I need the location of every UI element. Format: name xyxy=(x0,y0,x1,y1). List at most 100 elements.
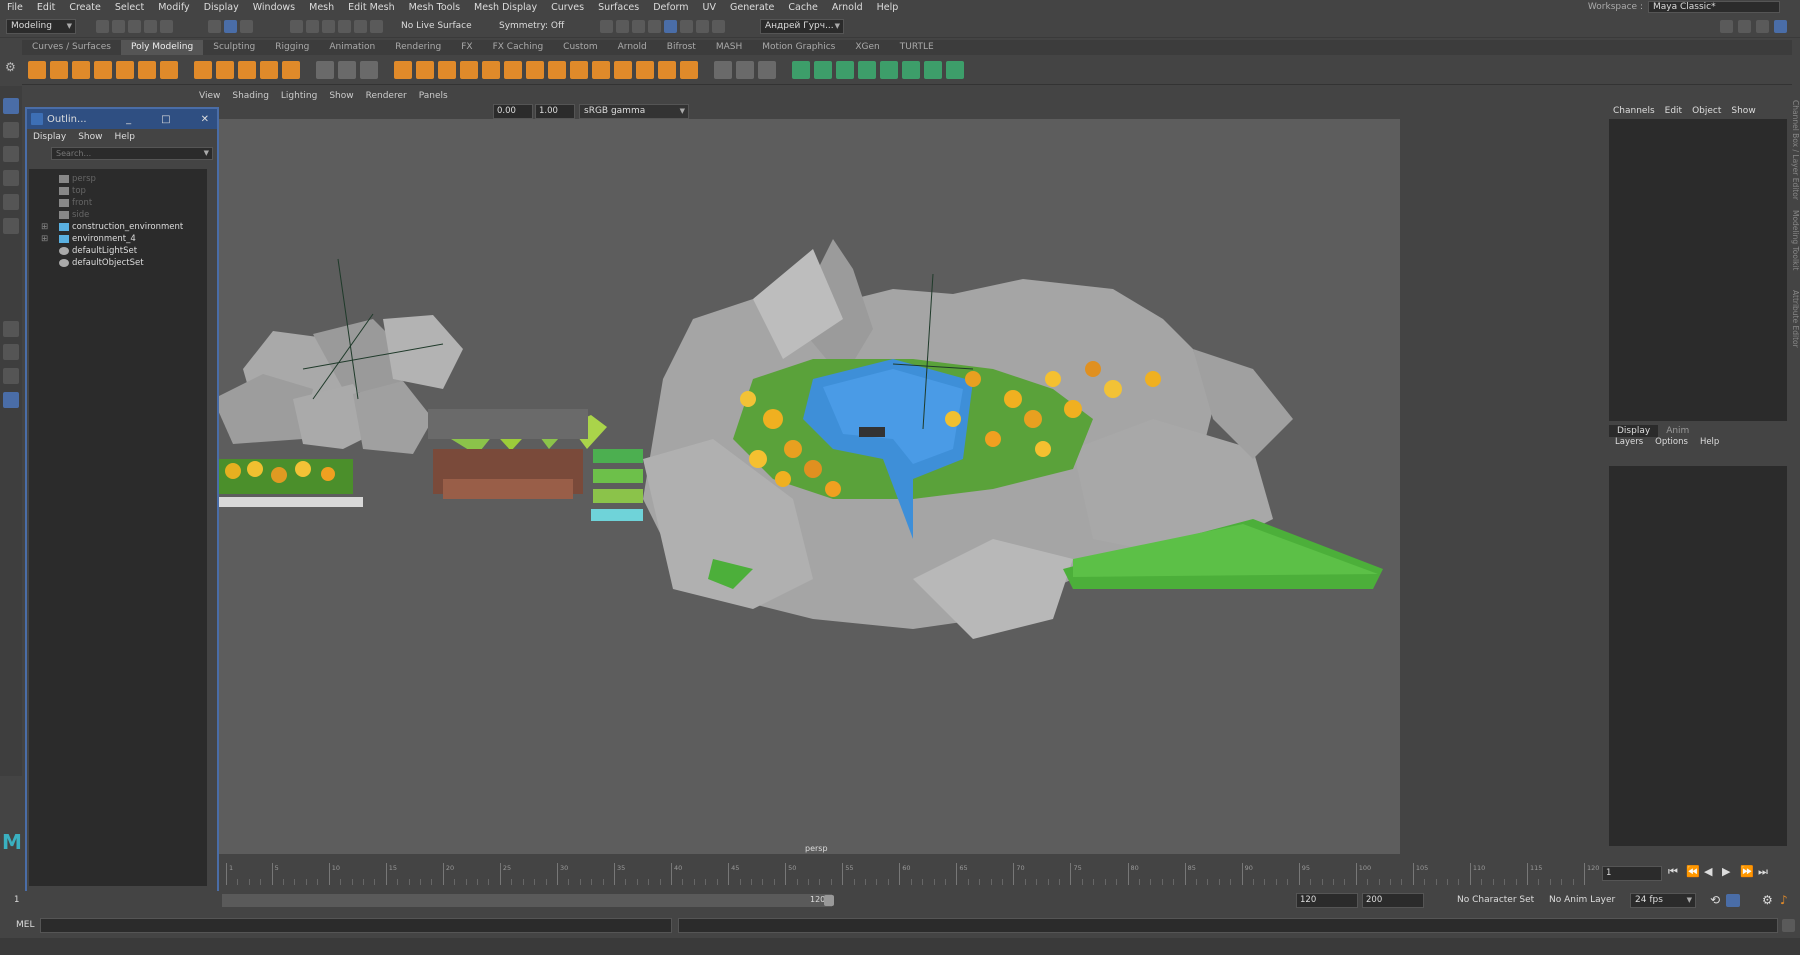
outliner-menu-help[interactable]: Help xyxy=(114,132,135,142)
menu-uv[interactable]: UV xyxy=(696,2,723,13)
outliner-item[interactable]: ⊞ construction_environment xyxy=(41,221,183,233)
menu-edit[interactable]: Edit xyxy=(30,2,62,13)
shelf-tab-sculpting[interactable]: Sculpting xyxy=(203,40,265,55)
menu-curves[interactable]: Curves xyxy=(544,2,591,13)
combine-icon[interactable] xyxy=(394,61,412,79)
menu-mesh[interactable]: Mesh xyxy=(302,2,341,13)
super-shape-icon[interactable] xyxy=(216,61,234,79)
cleanup-icon[interactable] xyxy=(570,61,588,79)
insert-edge-loop-icon[interactable] xyxy=(736,61,754,79)
ipr-render-icon[interactable] xyxy=(616,20,629,33)
render-icon[interactable] xyxy=(600,20,613,33)
play-icon[interactable]: ▶ xyxy=(1722,865,1730,878)
viewport-menu-view[interactable]: View xyxy=(193,89,226,103)
range-end-field[interactable]: 120 xyxy=(1296,893,1358,908)
uv-editor-icon[interactable] xyxy=(792,61,810,79)
undo-icon[interactable] xyxy=(144,20,157,33)
unfold-icon[interactable] xyxy=(924,61,942,79)
poly-plane-icon[interactable] xyxy=(138,61,156,79)
text-icon[interactable] xyxy=(260,61,278,79)
menu-surfaces[interactable]: Surfaces xyxy=(591,2,646,13)
shelf-tab-xgen[interactable]: XGen xyxy=(845,40,889,55)
menu-cache[interactable]: Cache xyxy=(781,2,825,13)
open-scene-icon[interactable] xyxy=(112,20,125,33)
menu-modify[interactable]: Modify xyxy=(151,2,196,13)
bridge-icon[interactable] xyxy=(636,61,654,79)
outliner-titlebar[interactable]: Outlin... _ □ ✕ xyxy=(27,109,217,129)
spherical-uv-icon[interactable] xyxy=(858,61,876,79)
reduce-icon[interactable] xyxy=(548,61,566,79)
sound-icon[interactable]: ♪ xyxy=(1780,893,1788,907)
live-surface-field[interactable]: No Live Surface xyxy=(396,19,476,34)
svg-icon[interactable] xyxy=(282,61,300,79)
channel-box-area[interactable] xyxy=(1609,119,1787,421)
pause-icon[interactable] xyxy=(712,20,725,33)
multi-cut-icon[interactable] xyxy=(714,61,732,79)
viewport-menu-renderer[interactable]: Renderer xyxy=(360,89,413,103)
channel-menu-object[interactable]: Object xyxy=(1692,106,1721,116)
outliner-layout-icon[interactable] xyxy=(3,392,19,408)
outliner-tree[interactable]: persp top front side ⊞ construction_environme… xyxy=(29,169,207,886)
bevel-icon[interactable] xyxy=(658,61,676,79)
script-editor-icon[interactable] xyxy=(1782,919,1795,932)
workspace-selector[interactable]: Workspace : Maya Classic* xyxy=(1588,1,1780,13)
layout-icon[interactable] xyxy=(1774,20,1787,33)
user-account-dropdown[interactable]: Андрей Гурч... ▼ xyxy=(760,19,844,34)
shelf-tab-rigging[interactable]: Rigging xyxy=(265,40,319,55)
viewport-menu-shading[interactable]: Shading xyxy=(226,89,275,103)
layout-icon[interactable] xyxy=(1720,20,1733,33)
channel-menu-channels[interactable]: Channels xyxy=(1613,106,1655,116)
arnold-render-icon[interactable] xyxy=(664,20,677,33)
four-pane-layout-icon[interactable] xyxy=(3,344,19,360)
step-forward-key-icon[interactable]: ⏩ xyxy=(1740,865,1754,878)
menu-edit-mesh[interactable]: Edit Mesh xyxy=(341,2,401,13)
viewport-menu-lighting[interactable]: Lighting xyxy=(275,89,323,103)
uv-layout-icon[interactable] xyxy=(902,61,920,79)
snap-point-icon[interactable] xyxy=(322,20,335,33)
texture-icon[interactable] xyxy=(696,20,709,33)
workspace-dropdown[interactable]: Maya Classic* xyxy=(1648,1,1780,13)
new-scene-icon[interactable] xyxy=(96,20,109,33)
paint-select-icon[interactable] xyxy=(3,146,19,162)
layer-menu-help[interactable]: Help xyxy=(1694,437,1725,449)
measure-icon[interactable] xyxy=(316,61,334,79)
automatic-uv-icon[interactable] xyxy=(880,61,898,79)
character-set-dropdown[interactable]: No Character Set xyxy=(1452,893,1542,908)
outliner-item[interactable]: ⊞ environment_4 xyxy=(41,233,136,245)
menu-set-dropdown[interactable]: Modeling ▼ xyxy=(6,19,76,34)
outliner-search-input[interactable]: Search... ▼ xyxy=(51,147,213,160)
shelf-tab-motion-graphics[interactable]: Motion Graphics xyxy=(752,40,845,55)
viewport-menu-panels[interactable]: Panels xyxy=(413,89,454,103)
layer-menu-options[interactable]: Options xyxy=(1649,437,1694,449)
shelf-tab-fx-caching[interactable]: FX Caching xyxy=(483,40,554,55)
triangulate-icon[interactable] xyxy=(592,61,610,79)
menu-file[interactable]: File xyxy=(0,2,30,13)
shelf-tab-custom[interactable]: Custom xyxy=(553,40,607,55)
sweep-mesh-icon[interactable] xyxy=(238,61,256,79)
mirror-icon[interactable] xyxy=(482,61,500,79)
menu-display[interactable]: Display xyxy=(197,2,246,13)
rotate-tool-icon[interactable] xyxy=(3,194,19,210)
menu-generate[interactable]: Generate xyxy=(723,2,781,13)
snap-grid-icon[interactable] xyxy=(290,20,303,33)
select-tool-icon[interactable] xyxy=(3,98,19,114)
chevron-down-icon[interactable]: ▼ xyxy=(204,148,209,159)
scale-tool-icon[interactable] xyxy=(3,218,19,234)
poly-torus-icon[interactable] xyxy=(116,61,134,79)
hypershade-icon[interactable] xyxy=(648,20,661,33)
anim-end-field[interactable]: 200 xyxy=(1362,893,1424,908)
offset-edge-loop-icon[interactable] xyxy=(758,61,776,79)
menu-deform[interactable]: Deform xyxy=(646,2,695,13)
menu-mesh-display[interactable]: Mesh Display xyxy=(467,2,544,13)
gamma-field[interactable]: 1.00 xyxy=(535,104,575,119)
layout-icon[interactable] xyxy=(1756,20,1769,33)
layer-tab-anim[interactable]: Anim xyxy=(1658,425,1697,437)
select-object-icon[interactable] xyxy=(224,20,237,33)
menu-select[interactable]: Select xyxy=(108,2,151,13)
snap-together-icon[interactable] xyxy=(338,61,356,79)
center-pivot-icon[interactable] xyxy=(360,61,378,79)
expand-icon[interactable]: ⊞ xyxy=(41,221,48,233)
maximize-icon[interactable]: □ xyxy=(161,114,170,125)
outliner-item[interactable]: persp xyxy=(59,173,96,185)
select-hierarchy-icon[interactable] xyxy=(208,20,221,33)
